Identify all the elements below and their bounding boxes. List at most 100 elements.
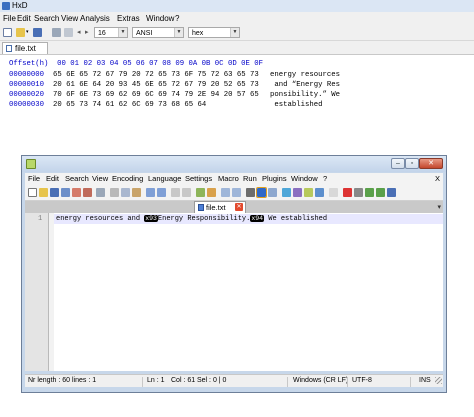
- hex-row-bytes[interactable]: 20 65 73 74 61 62 6C 69 73 68 65 64: [53, 100, 206, 110]
- save-icon[interactable]: [33, 28, 42, 37]
- cut-icon[interactable]: [110, 188, 119, 197]
- npp-menu-encoding[interactable]: Encoding: [112, 174, 143, 183]
- show-all-characters-icon[interactable]: [256, 187, 267, 198]
- zoom-out-icon[interactable]: [207, 188, 216, 197]
- status-lines: lines : 1: [72, 377, 97, 384]
- new-file-icon[interactable]: [3, 28, 12, 37]
- npp-title-bar[interactable]: – ▫ ✕: [22, 156, 446, 172]
- hex-row-bytes[interactable]: 70 6F 6E 73 69 62 69 6C 69 74 79 2E 94 2…: [53, 90, 259, 100]
- word-wrap-icon[interactable]: [246, 188, 255, 197]
- resize-grip-icon[interactable]: [435, 377, 442, 384]
- status-eol[interactable]: Windows (CR LF): [293, 377, 348, 384]
- hxd-tab-file[interactable]: file.txt: [2, 42, 48, 54]
- hex-editor-view[interactable]: Offset(h) 00 01 02 03 04 05 06 07 08 09 …: [0, 55, 474, 155]
- zoom-in-icon[interactable]: [196, 188, 205, 197]
- hxd-menu-search[interactable]: Search: [34, 14, 59, 23]
- hex-row-text[interactable]: ponsibility.” We: [270, 90, 340, 100]
- hxd-menu-analysis[interactable]: Analysis: [80, 14, 110, 23]
- npp-menu-view[interactable]: View: [92, 174, 108, 183]
- folder-workspace-icon[interactable]: [315, 188, 324, 197]
- hxd-menu-window[interactable]: Window: [146, 14, 174, 23]
- minimize-button[interactable]: –: [391, 158, 405, 169]
- save-icon[interactable]: [50, 188, 59, 197]
- indent-guide-icon[interactable]: [268, 188, 277, 197]
- npp-editor[interactable]: 1 energy resources and x93Energy Respons…: [25, 213, 443, 371]
- npp-menu-macro[interactable]: Macro: [218, 174, 239, 183]
- properties-icon[interactable]: [64, 28, 73, 37]
- editor-line[interactable]: energy resources and x93Energy Responsib…: [56, 214, 327, 224]
- close-tab-icon[interactable]: ✕: [235, 203, 243, 211]
- document-map-icon[interactable]: [293, 188, 302, 197]
- find-icon[interactable]: [171, 188, 180, 197]
- offset-base-select[interactable]: hex ▼: [188, 27, 240, 38]
- hxd-menu-edit[interactable]: Edit: [17, 14, 31, 23]
- hex-row-text[interactable]: established: [270, 100, 322, 110]
- stop-macro-icon[interactable]: [354, 188, 363, 197]
- sync-horizontal-icon[interactable]: [232, 188, 241, 197]
- function-list-icon[interactable]: [304, 188, 313, 197]
- hxd-tab-bar: file.txt: [0, 41, 474, 55]
- bytes-per-row-value: 16: [98, 30, 106, 37]
- sync-vertical-icon[interactable]: [221, 188, 230, 197]
- paste-icon[interactable]: [132, 188, 141, 197]
- copy-icon[interactable]: [121, 188, 130, 197]
- replace-icon[interactable]: [182, 188, 191, 197]
- chevron-down-icon[interactable]: ▾: [26, 28, 31, 37]
- npp-menu-settings[interactable]: Settings: [185, 174, 212, 183]
- npp-status-bar: Nr length : 60 lines : 1 Ln : 1 Col : 61…: [25, 374, 443, 387]
- notepadpp-window: – ▫ ✕ File Edit Search View Encoding Lan…: [21, 155, 447, 393]
- save-macro-icon[interactable]: [387, 188, 396, 197]
- undo-icon[interactable]: [146, 188, 155, 197]
- record-macro-icon[interactable]: [343, 188, 352, 197]
- close-button[interactable]: ✕: [419, 158, 443, 169]
- npp-menu-file[interactable]: File: [28, 174, 40, 183]
- print-icon[interactable]: [96, 188, 105, 197]
- close-file-icon[interactable]: [72, 188, 81, 197]
- charset-select[interactable]: ANSI ▼: [132, 27, 184, 38]
- new-file-icon[interactable]: [28, 188, 37, 197]
- open-folder-icon[interactable]: [39, 188, 48, 197]
- arrow-right-icon[interactable]: ▸: [85, 28, 94, 37]
- npp-menu-plugins[interactable]: Plugins: [262, 174, 287, 183]
- npp-close-document-icon[interactable]: X: [435, 174, 440, 183]
- npp-menu-search[interactable]: Search: [65, 174, 89, 183]
- npp-menu-window[interactable]: Window: [291, 174, 318, 183]
- status-divider: [347, 377, 348, 387]
- hxd-menu-bar: File Edit Search View Analysis Extras Wi…: [0, 12, 474, 25]
- hex-row-bytes[interactable]: 20 61 6E 64 20 93 45 6E 65 72 67 79 20 5…: [53, 80, 259, 90]
- status-selection: Sel : 0 | 0: [197, 377, 227, 384]
- hxd-menu-help[interactable]: ?: [175, 14, 179, 23]
- hex-row-text[interactable]: energy resources: [270, 70, 340, 80]
- maximize-button[interactable]: ▫: [405, 158, 419, 169]
- hex-row-text[interactable]: and “Energy Res: [270, 80, 340, 90]
- save-all-icon[interactable]: [61, 188, 70, 197]
- npp-menu-help[interactable]: ?: [323, 174, 327, 183]
- hex-row-offset: 00000000: [9, 71, 45, 79]
- notepadpp-logo-icon: [26, 159, 36, 169]
- print-icon[interactable]: [52, 28, 61, 37]
- bytes-per-row-select[interactable]: 16 ▼: [94, 27, 128, 38]
- language-icon[interactable]: [282, 188, 291, 197]
- open-folder-icon[interactable]: [16, 28, 25, 37]
- close-all-icon[interactable]: [83, 188, 92, 197]
- redo-icon[interactable]: [157, 188, 166, 197]
- status-column: Col : 61: [171, 377, 196, 384]
- line-number-margin: 1: [25, 213, 49, 371]
- file-icon: [198, 204, 204, 211]
- npp-tab-file[interactable]: file.txt ✕: [194, 201, 246, 213]
- chevron-down-icon[interactable]: ▾: [437, 203, 441, 211]
- charset-value: ANSI: [136, 30, 153, 37]
- hxd-menu-file[interactable]: File: [3, 14, 16, 23]
- chevron-down-icon: ▼: [174, 28, 183, 37]
- hxd-menu-extras[interactable]: Extras: [117, 14, 140, 23]
- hxd-menu-view[interactable]: View: [61, 14, 78, 23]
- run-macro-multiple-icon[interactable]: [376, 188, 385, 197]
- hex-row-bytes[interactable]: 65 6E 65 72 67 79 20 72 65 73 6F 75 72 6…: [53, 70, 259, 80]
- npp-menu-edit[interactable]: Edit: [46, 174, 59, 183]
- fold-margin: [49, 213, 54, 371]
- monitoring-icon[interactable]: [329, 188, 338, 197]
- play-macro-icon[interactable]: [365, 188, 374, 197]
- npp-menu-language[interactable]: Language: [148, 174, 181, 183]
- status-encoding[interactable]: UTF-8: [352, 377, 372, 384]
- npp-menu-run[interactable]: Run: [243, 174, 257, 183]
